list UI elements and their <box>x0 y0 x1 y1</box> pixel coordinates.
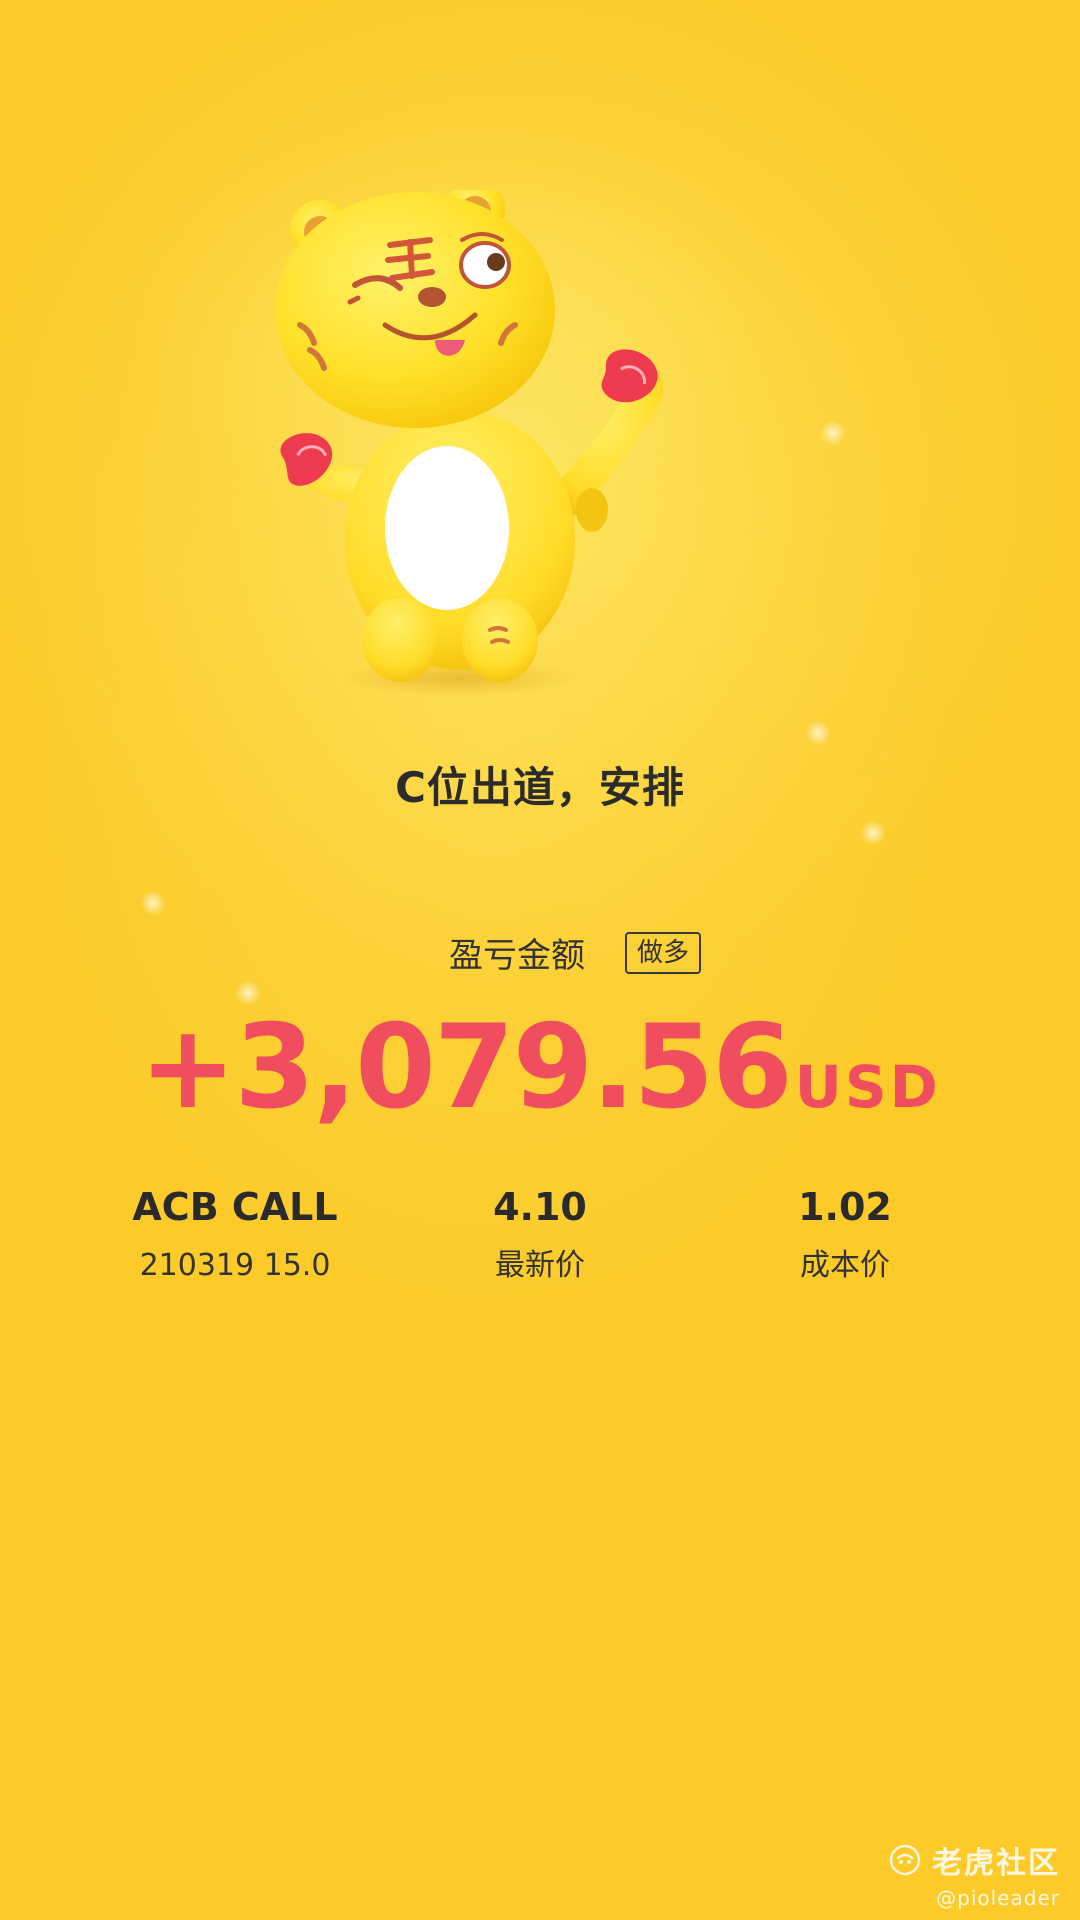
watermark: 老虎社区 @pioleader <box>888 1838 1060 1910</box>
position-stats: ACB CALL 210319 15.0 4.10 最新价 1.02 成本价 <box>0 1182 1080 1302</box>
cost-price-label: 成本价 <box>800 1248 890 1283</box>
pnl-amount-row: +3,079.56USD <box>0 1000 1080 1135</box>
watermark-brand-text: 老虎社区 <box>932 1846 1060 1881</box>
latest-price-value: 4.10 <box>493 1185 587 1229</box>
stat-symbol: ACB CALL 210319 15.0 <box>85 1182 385 1286</box>
watermark-user: @pioleader <box>936 1886 1060 1910</box>
tiger-mascot-icon <box>270 190 770 710</box>
slogan-text: C位出道，安排 <box>395 763 685 812</box>
sparkle-decoration <box>805 720 831 746</box>
symbol-name: ACB CALL <box>132 1185 338 1229</box>
pnl-label-row: 盈亏金额 做多 <box>0 928 1080 977</box>
pnl-currency: USD <box>794 1053 941 1121</box>
watermark-brand: 老虎社区 <box>888 1838 1060 1882</box>
contract-details: 210319 15.0 <box>139 1248 331 1283</box>
cost-price-value: 1.02 <box>798 1185 892 1229</box>
stat-latest-price: 4.10 最新价 <box>390 1182 690 1286</box>
sparkle-decoration <box>820 420 846 446</box>
pnl-label: 盈亏金额 <box>448 936 585 976</box>
sparkle-decoration <box>860 820 886 846</box>
stat-cost-price: 1.02 成本价 <box>695 1182 995 1286</box>
pnl-amount: +3,079.56 <box>139 1000 793 1135</box>
latest-price-label: 最新价 <box>495 1248 585 1283</box>
sparkle-decoration <box>140 890 166 916</box>
direction-badge: 做多 <box>624 931 701 974</box>
tiger-logo-icon <box>889 1844 921 1876</box>
